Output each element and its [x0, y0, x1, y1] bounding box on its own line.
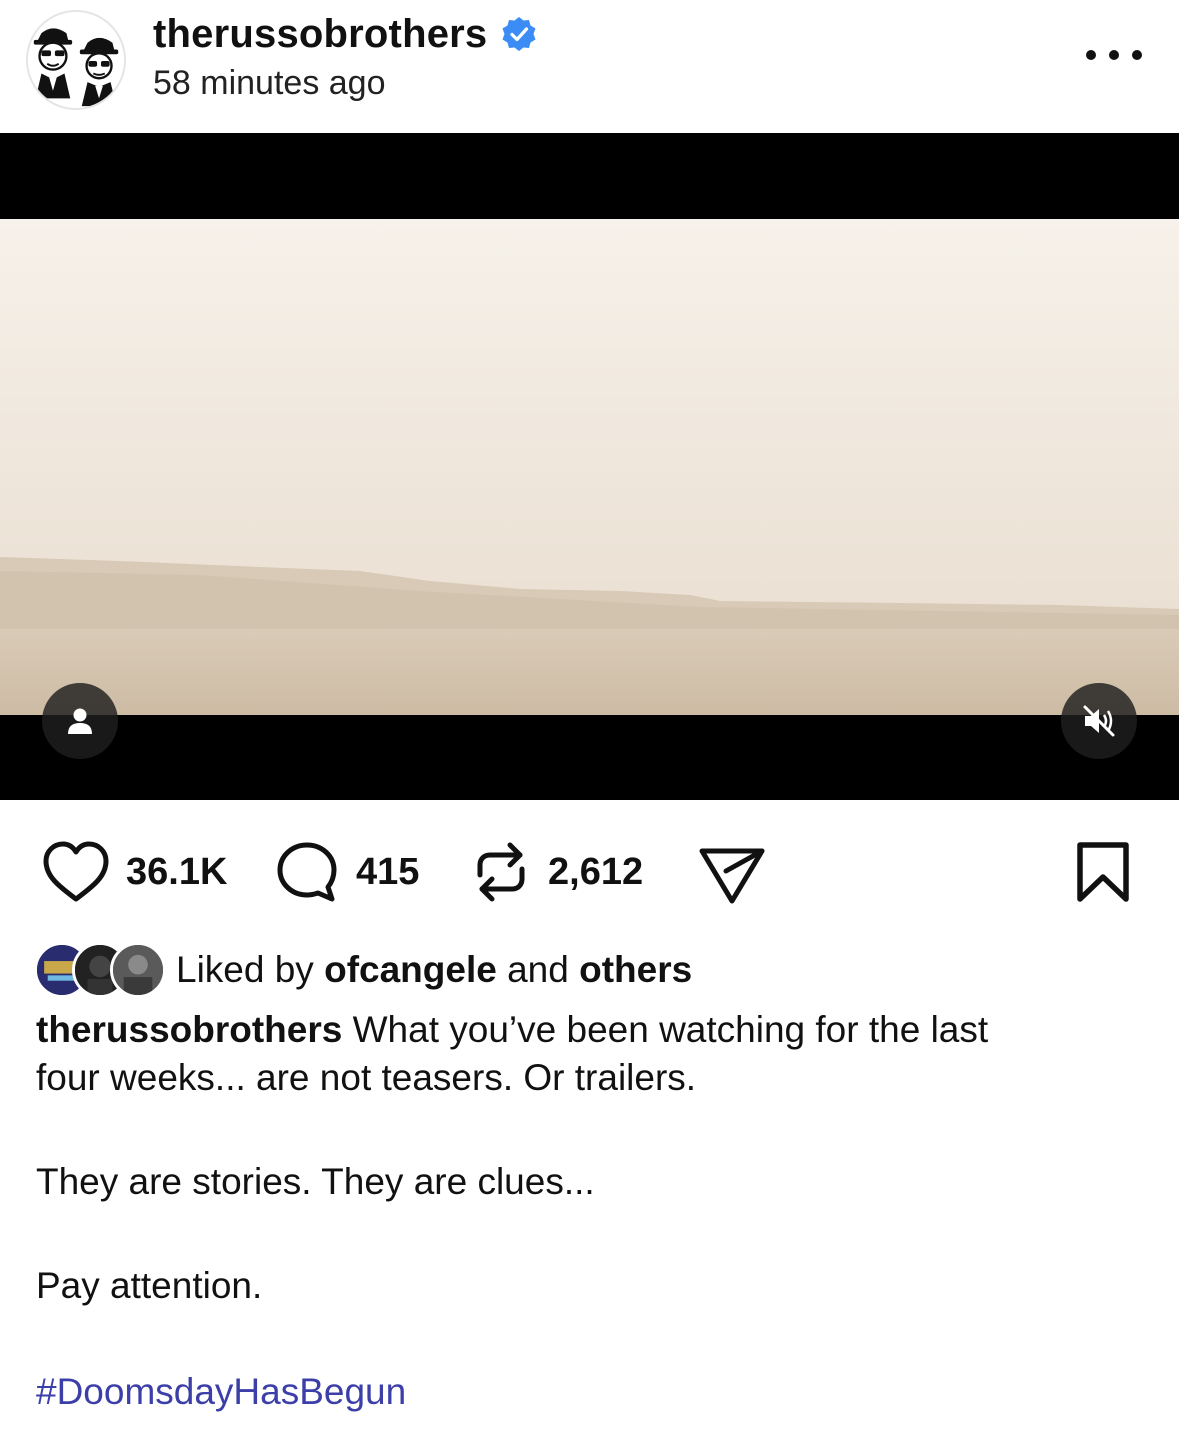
- post-caption: therussobrothers What you’ve been watchi…: [36, 1006, 1146, 1102]
- caption-paragraph-3: Pay attention.: [36, 1265, 263, 1306]
- post-header: therussobrothers 58 minutes ago: [0, 0, 1179, 133]
- comment-icon: [277, 842, 337, 902]
- post-username[interactable]: therussobrothers: [153, 12, 487, 57]
- repost-count: 2,612: [548, 850, 644, 893]
- liked-by-prefix: Liked by: [176, 949, 325, 990]
- more-options-icon[interactable]: [1086, 40, 1142, 70]
- caption-line2: four weeks... are not teasers. Or traile…: [36, 1057, 697, 1098]
- tag-people-button[interactable]: [42, 683, 118, 759]
- profile-avatar[interactable]: [26, 10, 126, 110]
- caption-line1: What you’ve been watching for the last: [342, 1009, 989, 1050]
- bookmark-icon: [1077, 842, 1129, 902]
- share-button[interactable]: [696, 830, 768, 914]
- liked-by-row[interactable]: Liked by ofcangele and others: [34, 940, 692, 1000]
- comment-count: 415: [356, 850, 420, 893]
- brothers-logo-icon: [28, 12, 124, 108]
- heart-icon: [43, 841, 109, 902]
- caption-username[interactable]: therussobrothers: [36, 1009, 342, 1050]
- like-count: 36.1K: [126, 850, 228, 893]
- like-button[interactable]: 36.1K: [40, 830, 227, 914]
- liked-by-user[interactable]: ofcangele: [324, 949, 497, 990]
- liked-by-others[interactable]: others: [579, 949, 692, 990]
- post-timestamp: 58 minutes ago: [153, 64, 386, 102]
- liked-by-text: Liked by ofcangele and others: [176, 949, 692, 991]
- dot: [1132, 50, 1142, 60]
- liked-by-and: and: [496, 949, 580, 990]
- repost-button[interactable]: 2,612: [468, 830, 643, 914]
- repost-icon: [477, 842, 525, 902]
- dot: [1086, 50, 1096, 60]
- verified-badge-icon: [502, 17, 536, 51]
- dot: [1109, 50, 1119, 60]
- liker-avatars: [34, 942, 166, 998]
- caption-paragraph-2: They are stories. They are clues...: [36, 1161, 595, 1202]
- desert-video-frame: [0, 219, 1179, 715]
- share-icon: [699, 848, 765, 904]
- hashtag-link[interactable]: #DoomsdayHasBegun: [36, 1368, 406, 1416]
- user-tag-icon: [68, 708, 92, 734]
- username-row: therussobrothers: [153, 12, 537, 56]
- liker-avatar: [110, 942, 166, 998]
- action-bar: 36.1K 415 2,612: [0, 830, 1179, 914]
- mute-button[interactable]: [1061, 683, 1137, 759]
- bookmark-button[interactable]: [1072, 830, 1134, 914]
- post-video[interactable]: [0, 133, 1179, 800]
- speaker-muted-icon: [1083, 705, 1115, 737]
- comment-button[interactable]: 415: [272, 830, 419, 914]
